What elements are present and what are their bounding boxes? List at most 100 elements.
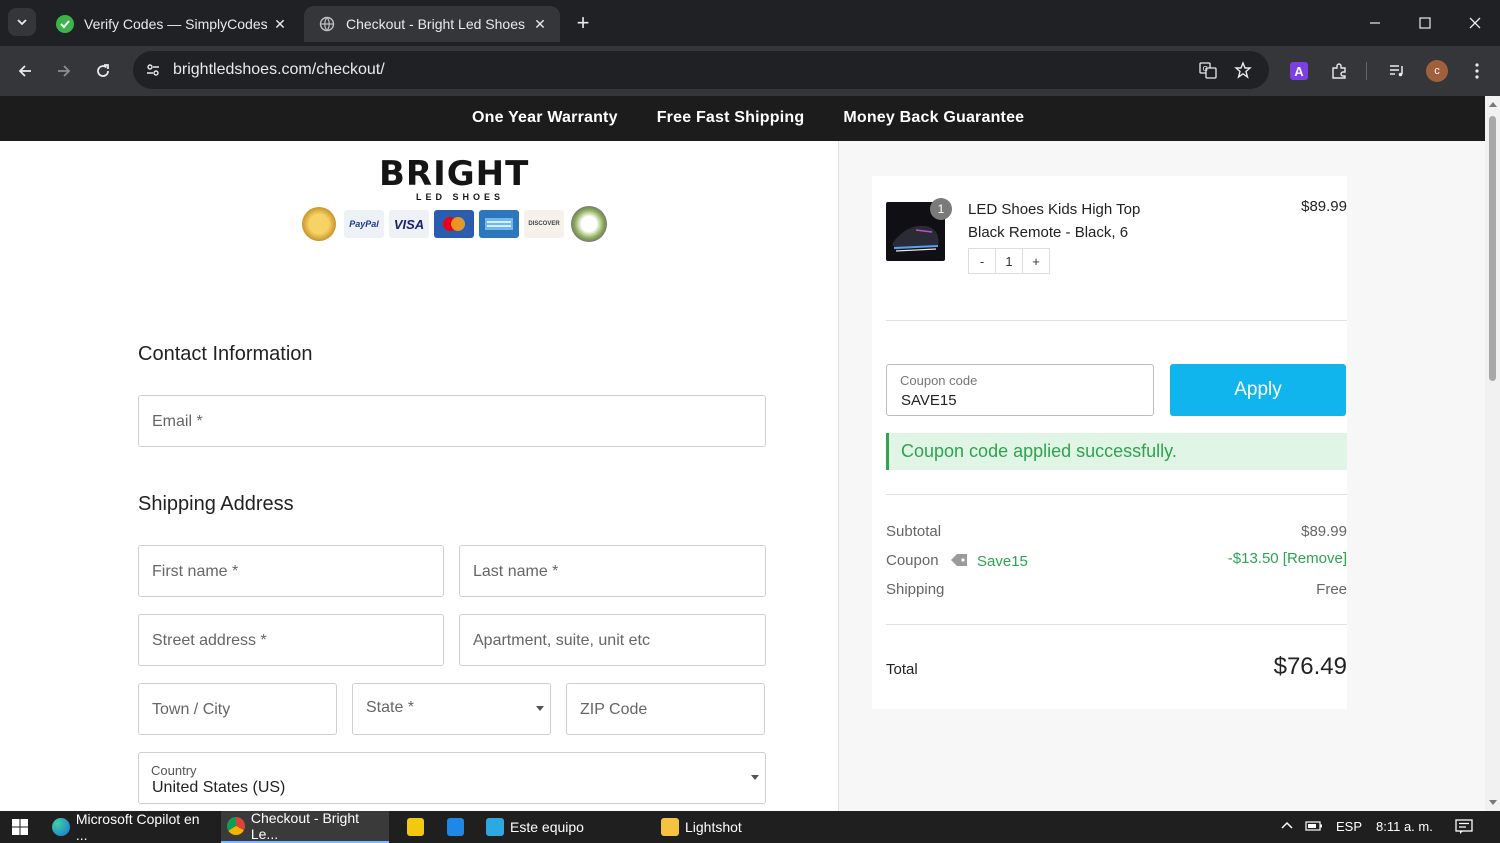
shipping-value: Free bbox=[1316, 581, 1347, 598]
minimize-button[interactable] bbox=[1350, 0, 1400, 46]
zip-code-field[interactable]: ZIP Code bbox=[566, 683, 765, 735]
taskbar-store[interactable] bbox=[402, 811, 430, 843]
street-address-field[interactable]: Street address * bbox=[138, 614, 444, 666]
taskbar-edge-copilot[interactable]: Microsoft Copilot en ... bbox=[46, 811, 214, 843]
summary-divider bbox=[886, 624, 1347, 625]
quantity-decrease-button[interactable]: - bbox=[969, 249, 995, 273]
chevron-down-icon bbox=[17, 19, 27, 26]
email-placeholder: Email * bbox=[152, 413, 203, 430]
zip-code-placeholder: ZIP Code bbox=[580, 701, 648, 718]
country-label: Country bbox=[151, 763, 197, 778]
scrollbar-thumb[interactable] bbox=[1489, 116, 1496, 381]
city-field[interactable]: Town / City bbox=[138, 683, 337, 735]
page-scrollbar[interactable] bbox=[1485, 96, 1500, 811]
coupon-code-label: Coupon code bbox=[900, 373, 978, 388]
address-bar[interactable]: brightledshoes.com/checkout/ G bbox=[133, 51, 1269, 89]
country-value: United States (US) bbox=[152, 779, 286, 796]
tab-checkout[interactable]: Checkout - Bright Led Shoes ✕ bbox=[304, 6, 560, 42]
notifications-icon[interactable] bbox=[1455, 819, 1473, 838]
mastercard-badge-icon bbox=[434, 210, 474, 238]
taskbar-chrome-checkout[interactable]: Checkout - Bright Le... bbox=[221, 810, 389, 843]
browser-tab-bar: Verify Codes — SimplyCodes ✕ Checkout - … bbox=[0, 0, 1500, 46]
taskbar-lightshot[interactable]: Lightshot bbox=[655, 811, 823, 843]
taskbar-este-equipo[interactable]: Este equipo bbox=[480, 811, 648, 843]
close-tab-icon[interactable]: ✕ bbox=[270, 14, 290, 34]
arrow-left-icon bbox=[18, 65, 31, 77]
close-window-button[interactable] bbox=[1450, 0, 1500, 46]
battery-icon[interactable] bbox=[1305, 819, 1323, 836]
chevron-down-icon bbox=[536, 706, 544, 711]
announcement-shipping: Free Fast Shipping bbox=[656, 109, 805, 126]
shipping-label: Shipping bbox=[886, 581, 945, 598]
coupon-code-field[interactable]: Coupon code SAVE15 bbox=[886, 364, 1154, 416]
visa-badge: VISA bbox=[389, 210, 429, 238]
summary-divider bbox=[886, 494, 1347, 495]
apartment-field[interactable]: Apartment, suite, unit etc bbox=[459, 614, 766, 666]
taskbar-item-label: Este equipo bbox=[510, 819, 584, 835]
url-text: brightledshoes.com/checkout/ bbox=[173, 61, 385, 78]
announcement-guarantee: Money Back Guarantee bbox=[843, 109, 1025, 126]
discover-badge: DISCOVER bbox=[524, 210, 564, 238]
tray-chevron-up-icon[interactable] bbox=[1280, 819, 1294, 836]
back-button[interactable] bbox=[11, 57, 39, 85]
clock[interactable]: 8:11 a. m. bbox=[1376, 819, 1433, 834]
subtotal-label: Subtotal bbox=[886, 523, 942, 540]
applied-coupon-code: Save15 bbox=[977, 553, 1028, 570]
chrome-icon bbox=[227, 817, 245, 835]
coupon-code-value: SAVE15 bbox=[901, 392, 957, 409]
translate-icon[interactable]: G bbox=[1196, 58, 1220, 82]
total-label: Total bbox=[886, 661, 918, 678]
language-indicator[interactable]: ESP bbox=[1336, 819, 1362, 834]
contact-section-title: Contact Information bbox=[138, 343, 313, 365]
close-tab-icon[interactable]: ✕ bbox=[530, 14, 550, 34]
extension-a-icon[interactable]: A bbox=[1285, 57, 1313, 85]
toolbar-separator bbox=[1366, 62, 1367, 80]
quantity-increase-button[interactable]: + bbox=[1023, 249, 1049, 273]
first-name-placeholder: First name * bbox=[152, 563, 239, 580]
state-placeholder: State * bbox=[366, 699, 415, 716]
start-button[interactable] bbox=[0, 811, 40, 843]
browser-menu-icon[interactable] bbox=[1463, 57, 1491, 85]
tab-simplycodes[interactable]: Verify Codes — SimplyCodes ✕ bbox=[42, 6, 300, 42]
city-placeholder: Town / City bbox=[152, 701, 231, 718]
scroll-up-arrow-icon[interactable] bbox=[1489, 102, 1497, 107]
maximize-button[interactable] bbox=[1400, 0, 1450, 46]
taskbar-item-label: Checkout - Bright Le... bbox=[250, 810, 360, 842]
coupon-row: Coupon Save15 -$13.50 [Remove] bbox=[886, 550, 1347, 570]
scroll-down-arrow-icon[interactable] bbox=[1489, 800, 1497, 805]
first-name-field[interactable]: First name * bbox=[138, 545, 444, 597]
product-price: $89.99 bbox=[1301, 198, 1347, 215]
store-logo[interactable]: BRIGHT LED SHOES PayPal VISA DISCOVER bbox=[264, 152, 640, 254]
product-quantity-badge: 1 bbox=[930, 198, 952, 220]
last-name-field[interactable]: Last name * bbox=[459, 545, 766, 597]
extensions-puzzle-icon[interactable] bbox=[1325, 57, 1353, 85]
chevron-down-icon bbox=[751, 775, 759, 780]
mail-icon bbox=[447, 818, 464, 836]
email-field[interactable]: Email * bbox=[138, 395, 766, 447]
tag-icon bbox=[951, 554, 967, 566]
coupon-discount-value[interactable]: -$13.50 [Remove] bbox=[1228, 550, 1347, 567]
new-tab-button[interactable]: + bbox=[570, 10, 596, 36]
forward-button[interactable] bbox=[50, 57, 78, 85]
country-select[interactable]: Country United States (US) bbox=[138, 752, 766, 804]
column-divider bbox=[838, 141, 839, 811]
subtotal-row: Subtotal $89.99 bbox=[886, 523, 1347, 540]
taskbar-mail[interactable] bbox=[442, 811, 470, 843]
tab-search-button[interactable] bbox=[8, 8, 36, 36]
subtotal-value: $89.99 bbox=[1301, 523, 1347, 540]
apply-coupon-button[interactable]: Apply bbox=[1170, 364, 1346, 416]
windows-logo-icon bbox=[12, 819, 28, 835]
last-name-placeholder: Last name * bbox=[473, 563, 559, 580]
street-address-placeholder: Street address * bbox=[152, 632, 267, 649]
profile-avatar[interactable]: c bbox=[1423, 57, 1451, 85]
site-settings-icon[interactable] bbox=[141, 58, 165, 82]
media-controls-icon[interactable] bbox=[1383, 57, 1411, 85]
bookmark-star-icon[interactable] bbox=[1231, 58, 1255, 82]
state-select[interactable]: State * bbox=[352, 683, 551, 735]
reload-button[interactable] bbox=[89, 57, 117, 85]
edge-icon bbox=[52, 818, 70, 836]
product-name: LED Shoes Kids High Top Black Remote - B… bbox=[968, 201, 1141, 241]
tab-title: Checkout - Bright Led Shoes bbox=[346, 16, 525, 32]
guarantee-seal-icon bbox=[302, 207, 336, 241]
quantity-value[interactable]: 1 bbox=[995, 249, 1023, 273]
